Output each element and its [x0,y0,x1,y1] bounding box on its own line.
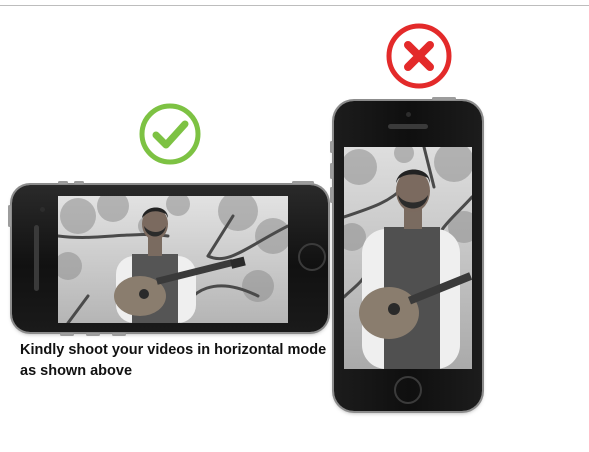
video-frame-portrait [344,147,472,369]
cross-mark-icon [385,22,453,90]
earpiece-speaker [34,225,39,291]
home-button [298,243,326,271]
home-button [394,376,422,404]
video-frame-landscape [58,196,288,323]
front-camera [40,207,45,212]
guitarist-video-image [58,196,288,323]
earpiece-speaker [388,124,428,129]
instruction-caption: Kindly shoot your videos in horizontal m… [20,342,327,379]
front-camera [406,112,411,117]
guitarist-video-image [344,147,472,369]
check-mark-icon [138,102,202,166]
portrait-phone [330,97,482,411]
top-divider [0,5,589,6]
landscape-phone [8,181,328,336]
